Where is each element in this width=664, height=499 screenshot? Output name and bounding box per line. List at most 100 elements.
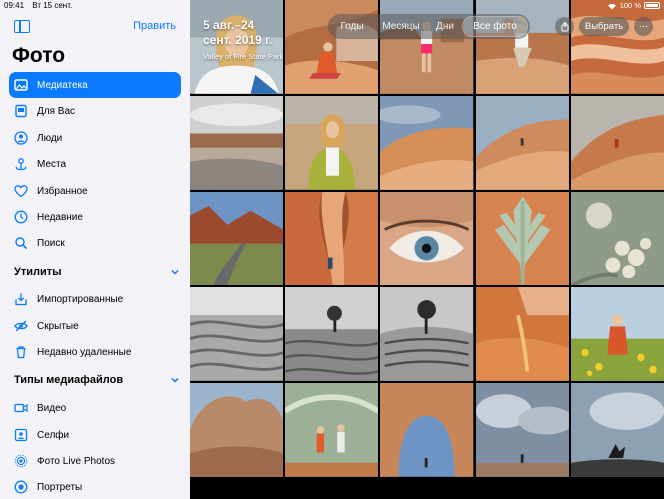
select-button[interactable]: Выбрать bbox=[579, 17, 629, 36]
more-button[interactable]: ··· bbox=[634, 17, 653, 36]
sidebar-item-live-photos[interactable]: Фото Live Photos bbox=[9, 448, 181, 474]
sidebar-item-hidden[interactable]: Скрытые bbox=[9, 313, 181, 339]
sidebar-item-label: Фото Live Photos bbox=[37, 455, 116, 467]
photo-thumbnail[interactable] bbox=[475, 191, 569, 286]
photo-thumbnail[interactable] bbox=[380, 95, 474, 190]
import-icon bbox=[14, 292, 28, 306]
sidebar-item-selfies[interactable]: Селфи bbox=[9, 422, 181, 448]
hiker-on-ridge-image bbox=[475, 95, 569, 190]
photo-thumbnail[interactable] bbox=[285, 383, 379, 477]
people-icon bbox=[14, 131, 28, 145]
section-header-label: Типы медиафайлов bbox=[14, 374, 124, 386]
sidebar-item-label: Скрытые bbox=[37, 320, 79, 332]
photo-thumbnail[interactable] bbox=[570, 383, 664, 477]
sidebar: 09:41 Вт 15 сент. Править Фото Медиатека… bbox=[0, 0, 190, 499]
sidebar-item-label: Люди bbox=[37, 132, 63, 144]
bw-rock-waves-image bbox=[190, 287, 284, 382]
sidebar-item-search[interactable]: Поиск bbox=[9, 230, 181, 256]
sidebar-toggle-icon[interactable] bbox=[14, 20, 30, 33]
photo-thumbnail[interactable] bbox=[190, 287, 284, 382]
photo-thumbnail[interactable] bbox=[285, 95, 379, 190]
sidebar-item-label: Импортированные bbox=[37, 293, 124, 305]
rock-arch-sky-image bbox=[380, 383, 474, 477]
sand-hand-image bbox=[475, 287, 569, 382]
photo-thumbnail[interactable] bbox=[380, 287, 474, 382]
sidebar-item-label: Избранное bbox=[37, 185, 88, 197]
sidebar-item-label: Портреты bbox=[37, 481, 83, 493]
section-header-utilities[interactable]: Утилиты bbox=[14, 264, 180, 280]
sidebar-item-favorites[interactable]: Избранное bbox=[9, 178, 181, 204]
segment-months[interactable]: Месяцы bbox=[374, 16, 428, 37]
red-rock-waves-image bbox=[570, 0, 664, 94]
view-segmented-control: Годы Месяцы Дни Все фото bbox=[328, 14, 530, 39]
for-you-icon bbox=[14, 104, 28, 118]
sidebar-item-label: Недавние bbox=[37, 211, 83, 223]
share-button[interactable] bbox=[555, 17, 574, 36]
date-overlay: 5 авг.–24 сент. 2019 г. Valley of Fire S… bbox=[203, 18, 283, 61]
segment-days[interactable]: Дни bbox=[428, 16, 462, 37]
sidebar-item-label: Поиск bbox=[37, 237, 65, 249]
wifi-icon bbox=[607, 3, 616, 9]
bw-tree-rock-image bbox=[380, 287, 474, 382]
photo-thumbnail[interactable] bbox=[380, 383, 474, 477]
red-rock-formation-image bbox=[190, 383, 284, 477]
sidebar-item-people[interactable]: Люди bbox=[9, 125, 181, 151]
sidebar-item-for-you[interactable]: Для Вас bbox=[9, 98, 181, 124]
search-icon bbox=[14, 236, 28, 250]
share-icon bbox=[561, 21, 568, 31]
chevron-down-icon bbox=[171, 269, 179, 275]
woman-yellow-jacket-image bbox=[285, 95, 379, 190]
status-bar-left: 09:41 Вт 15 сент. bbox=[4, 1, 78, 10]
photo-thumbnail[interactable] bbox=[190, 383, 284, 477]
photo-thumbnail[interactable] bbox=[285, 191, 379, 286]
photo-thumbnail[interactable] bbox=[380, 191, 474, 286]
section-header-label: Утилиты bbox=[14, 266, 62, 278]
photo-grid bbox=[190, 0, 664, 499]
sidebar-item-label: Для Вас bbox=[37, 105, 76, 117]
heart-icon bbox=[14, 184, 28, 198]
segment-all-photos[interactable]: Все фото bbox=[462, 16, 528, 37]
photo-thumbnail[interactable] bbox=[570, 287, 664, 382]
photo-thumbnail[interactable] bbox=[190, 191, 284, 286]
photo-thumbnail[interactable] bbox=[570, 0, 664, 94]
sidebar-item-recents[interactable]: Недавние bbox=[9, 204, 181, 230]
sandstone-dune-image bbox=[380, 95, 474, 190]
battery-icon bbox=[644, 2, 660, 9]
slot-canyon-hiker-image bbox=[285, 191, 379, 286]
sidebar-item-recently-deleted[interactable]: Недавно удаленные bbox=[9, 339, 181, 365]
photo-library-icon bbox=[14, 78, 28, 92]
battery-percent: 100 % bbox=[619, 1, 641, 10]
edit-button[interactable]: Править bbox=[133, 20, 176, 32]
sidebar-item-label: Недавно удаленные bbox=[37, 346, 132, 358]
photo-thumbnail[interactable] bbox=[475, 95, 569, 190]
desert-plant-flowers-image bbox=[570, 191, 664, 286]
status-bar-right: 100 % bbox=[607, 1, 660, 10]
segment-years[interactable]: Годы bbox=[330, 16, 374, 37]
sidebar-item-places[interactable]: Места bbox=[9, 151, 181, 177]
sidebar-item-library[interactable]: Медиатека bbox=[9, 72, 181, 98]
chevron-down-icon bbox=[171, 377, 179, 383]
section-header-media-types[interactable]: Типы медиафайлов bbox=[14, 372, 180, 388]
photo-thumbnail[interactable] bbox=[570, 95, 664, 190]
eye-closeup-image bbox=[380, 191, 474, 286]
sidebar-item-imported[interactable]: Импортированные bbox=[9, 286, 181, 312]
hidden-icon bbox=[14, 319, 28, 333]
photo-thumbnail[interactable] bbox=[475, 287, 569, 382]
more-icon: ··· bbox=[638, 21, 649, 32]
photo-thumbnail[interactable] bbox=[285, 287, 379, 382]
photo-thumbnail[interactable] bbox=[190, 95, 284, 190]
places-icon bbox=[14, 157, 28, 171]
sidebar-item-label: Видео bbox=[37, 402, 67, 414]
photo-thumbnail[interactable] bbox=[570, 191, 664, 286]
desert-succulent-image bbox=[475, 191, 569, 286]
date-range-line1: 5 авг.–24 bbox=[203, 18, 255, 32]
sidebar-item-portraits[interactable]: Портреты bbox=[9, 474, 181, 499]
sidebar-item-label: Селфи bbox=[37, 429, 70, 441]
page-title: Фото bbox=[12, 44, 66, 67]
desert-tent-hikers-image bbox=[285, 383, 379, 477]
status-time: 09:41 bbox=[4, 1, 25, 10]
photo-thumbnail[interactable] bbox=[475, 383, 569, 477]
sidebar-item-videos[interactable]: Видео bbox=[9, 395, 181, 421]
portrait-icon bbox=[14, 480, 28, 494]
bw-tree-desert-image bbox=[285, 287, 379, 382]
